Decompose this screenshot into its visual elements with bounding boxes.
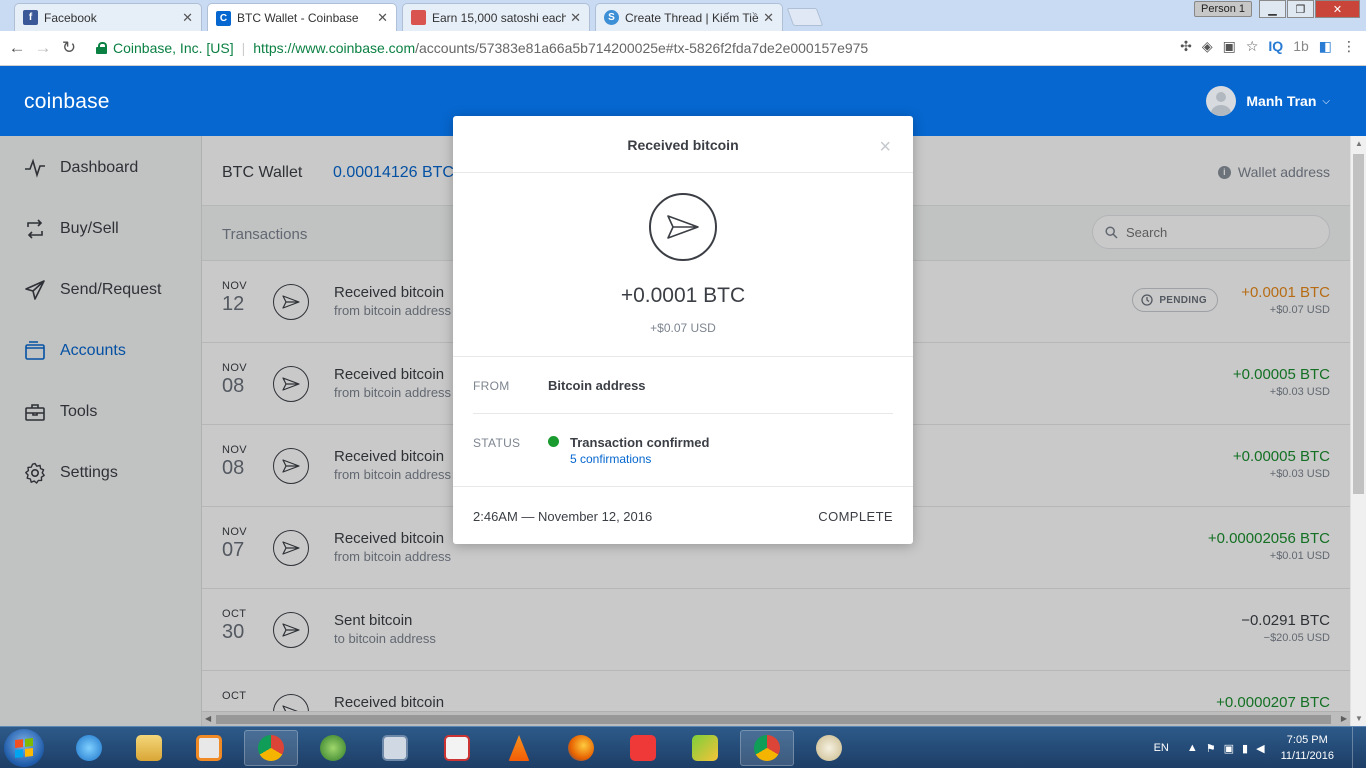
transaction-state: COMPLETE	[818, 509, 893, 524]
transaction-detail-modal: Received bitcoin × +0.0001 BTC +$0.07 US…	[453, 116, 913, 544]
tab-title: Earn 15,000 satoshi each	[432, 10, 567, 25]
signal-icon[interactable]: ▮	[1242, 742, 1248, 755]
unikey-icon[interactable]	[430, 730, 484, 766]
show-hidden-icons-icon[interactable]: ▲	[1187, 742, 1198, 755]
coinbase-icon: C	[216, 10, 231, 26]
clock[interactable]: 7:05 PM 11/11/2016	[1281, 732, 1334, 764]
address-bar[interactable]: Coinbase, Inc. [US] | https://www.coinba…	[96, 36, 1232, 60]
modal-amount: +0.0001 BTC	[620, 284, 746, 307]
internet-explorer-icon[interactable]	[62, 730, 116, 766]
eye-icon[interactable]: ◈	[1202, 38, 1213, 55]
status-dot	[548, 436, 559, 447]
browser-tab-strip: f Facebook ✕ C BTC Wallet - Coinbase ✕ E…	[0, 0, 1366, 32]
url-divider: |	[241, 40, 246, 56]
lock-icon	[96, 42, 107, 54]
close-icon[interactable]: ✕	[182, 10, 193, 26]
close-icon[interactable]: ✕	[377, 10, 388, 26]
divider	[453, 356, 913, 357]
clock-time: 7:05 PM	[1286, 734, 1328, 746]
iq-extension-icon[interactable]: IQ	[1268, 38, 1283, 55]
clock-date: 11/11/2016	[1280, 750, 1334, 762]
coinbase-logo[interactable]: coinbase	[24, 90, 110, 114]
tab-coinbase[interactable]: C BTC Wallet - Coinbase ✕	[207, 3, 397, 32]
modal-title: Received bitcoin	[627, 137, 739, 153]
maximize-icon[interactable]: ❐	[1287, 0, 1314, 18]
reload-icon[interactable]: ↻	[56, 38, 82, 58]
chrome-icon[interactable]	[244, 730, 298, 766]
scrollbar-thumb[interactable]	[1353, 154, 1364, 494]
menu-icon[interactable]: ⋮	[1342, 38, 1356, 55]
modal-header: Received bitcoin ×	[453, 116, 913, 173]
windows-taskbar: EN ▲ ⚑ ▣ ▮ ◀ 7:05 PM 11/11/2016	[0, 726, 1366, 768]
avatar	[1206, 86, 1237, 116]
browser-toolbar: ← → ↻ Coinbase, Inc. [US] | https://www.…	[0, 31, 1366, 66]
profile-button[interactable]: Person 1	[1194, 1, 1252, 17]
back-icon[interactable]: ←	[4, 38, 30, 58]
status-label: STATUS	[473, 436, 521, 450]
from-label: FROM	[473, 379, 510, 393]
scroll-up-icon[interactable]: ▲	[1355, 139, 1363, 148]
action-center-icon[interactable]: ⚑	[1206, 742, 1216, 755]
firefox-icon[interactable]	[554, 730, 608, 766]
extension-1b-icon[interactable]: 1b	[1293, 38, 1309, 55]
tray-icons: ▲ ⚑ ▣ ▮ ◀	[1187, 742, 1265, 755]
new-tab-button[interactable]	[786, 8, 824, 26]
chrome-icon[interactable]	[740, 730, 794, 766]
forum-icon: S	[604, 10, 619, 25]
user-menu[interactable]: Manh Tran ⌵	[1206, 86, 1330, 116]
paper-plane-icon	[649, 193, 717, 261]
tab-title: Create Thread | Kiếm Tiề	[625, 10, 759, 25]
tab-facebook[interactable]: f Facebook ✕	[14, 3, 202, 31]
paint-icon[interactable]	[802, 730, 856, 766]
translate-icon[interactable]: ▣	[1223, 38, 1236, 55]
close-icon[interactable]: ✕	[763, 10, 774, 26]
vertical-scrollbar[interactable]: ▲ ▼	[1350, 136, 1366, 726]
keyboard-icon[interactable]	[368, 730, 422, 766]
vivaldi-icon[interactable]	[616, 730, 670, 766]
windows-logo-icon	[15, 738, 33, 758]
user-name: Manh Tran	[1246, 93, 1317, 109]
show-desktop-button[interactable]	[1352, 727, 1366, 768]
tab-create-thread[interactable]: S Create Thread | Kiếm Tiề ✕	[595, 3, 783, 31]
divider	[473, 413, 893, 414]
tab-title: BTC Wallet - Coinbase	[237, 11, 359, 25]
from-value: Bitcoin address	[548, 378, 646, 393]
system-tray: EN ▲ ⚑ ▣ ▮ ◀ 7:05 PM 11/11/2016	[1154, 727, 1366, 768]
minimize-icon[interactable]: ▁	[1259, 0, 1286, 18]
site-identity[interactable]: Coinbase, Inc. [US]	[113, 40, 234, 56]
confirmations-link[interactable]: 5 confirmations	[570, 452, 651, 466]
language-indicator[interactable]: EN	[1154, 742, 1169, 754]
puzzle-icon[interactable]: ✣	[1180, 38, 1192, 55]
start-button[interactable]	[4, 729, 44, 767]
chevron-down-icon: ⌵	[1322, 95, 1330, 107]
divider	[453, 486, 913, 487]
extension-icons: ✣ ◈ ▣ ☆ IQ 1b ◧ ⋮	[1180, 38, 1356, 55]
scroll-down-icon[interactable]: ▼	[1355, 714, 1363, 723]
star-icon[interactable]: ☆	[1246, 38, 1259, 55]
forward-icon[interactable]: →	[30, 38, 56, 58]
modal-usd-amount: +$0.07 USD	[650, 321, 716, 335]
vlc-icon[interactable]	[492, 730, 546, 766]
tab-earn-satoshi[interactable]: Earn 15,000 satoshi each ✕	[402, 3, 590, 31]
santa-icon	[411, 10, 426, 25]
extension-square-icon[interactable]: ◧	[1319, 38, 1332, 55]
file-explorer-icon[interactable]	[122, 730, 176, 766]
url-host: https://www.coinbase.com	[253, 40, 416, 56]
close-icon[interactable]: ✕	[570, 10, 581, 26]
close-icon[interactable]: ×	[879, 137, 891, 157]
url-path: /accounts/57383e81a66a5b714200025e#tx-58…	[415, 40, 869, 56]
media-player-icon[interactable]	[182, 730, 236, 766]
transaction-timestamp: 2:46AM — November 12, 2016	[473, 509, 653, 524]
tab-title: Facebook	[44, 10, 97, 25]
status-value: Transaction confirmed	[570, 435, 710, 450]
window-close-icon[interactable]: ✕	[1315, 0, 1360, 18]
download-manager-icon[interactable]	[306, 730, 360, 766]
network-error-icon[interactable]: ▣	[1224, 742, 1234, 755]
volume-icon[interactable]: ◀	[1256, 742, 1264, 755]
facebook-icon: f	[23, 10, 38, 25]
bluestacks-icon[interactable]	[678, 730, 732, 766]
